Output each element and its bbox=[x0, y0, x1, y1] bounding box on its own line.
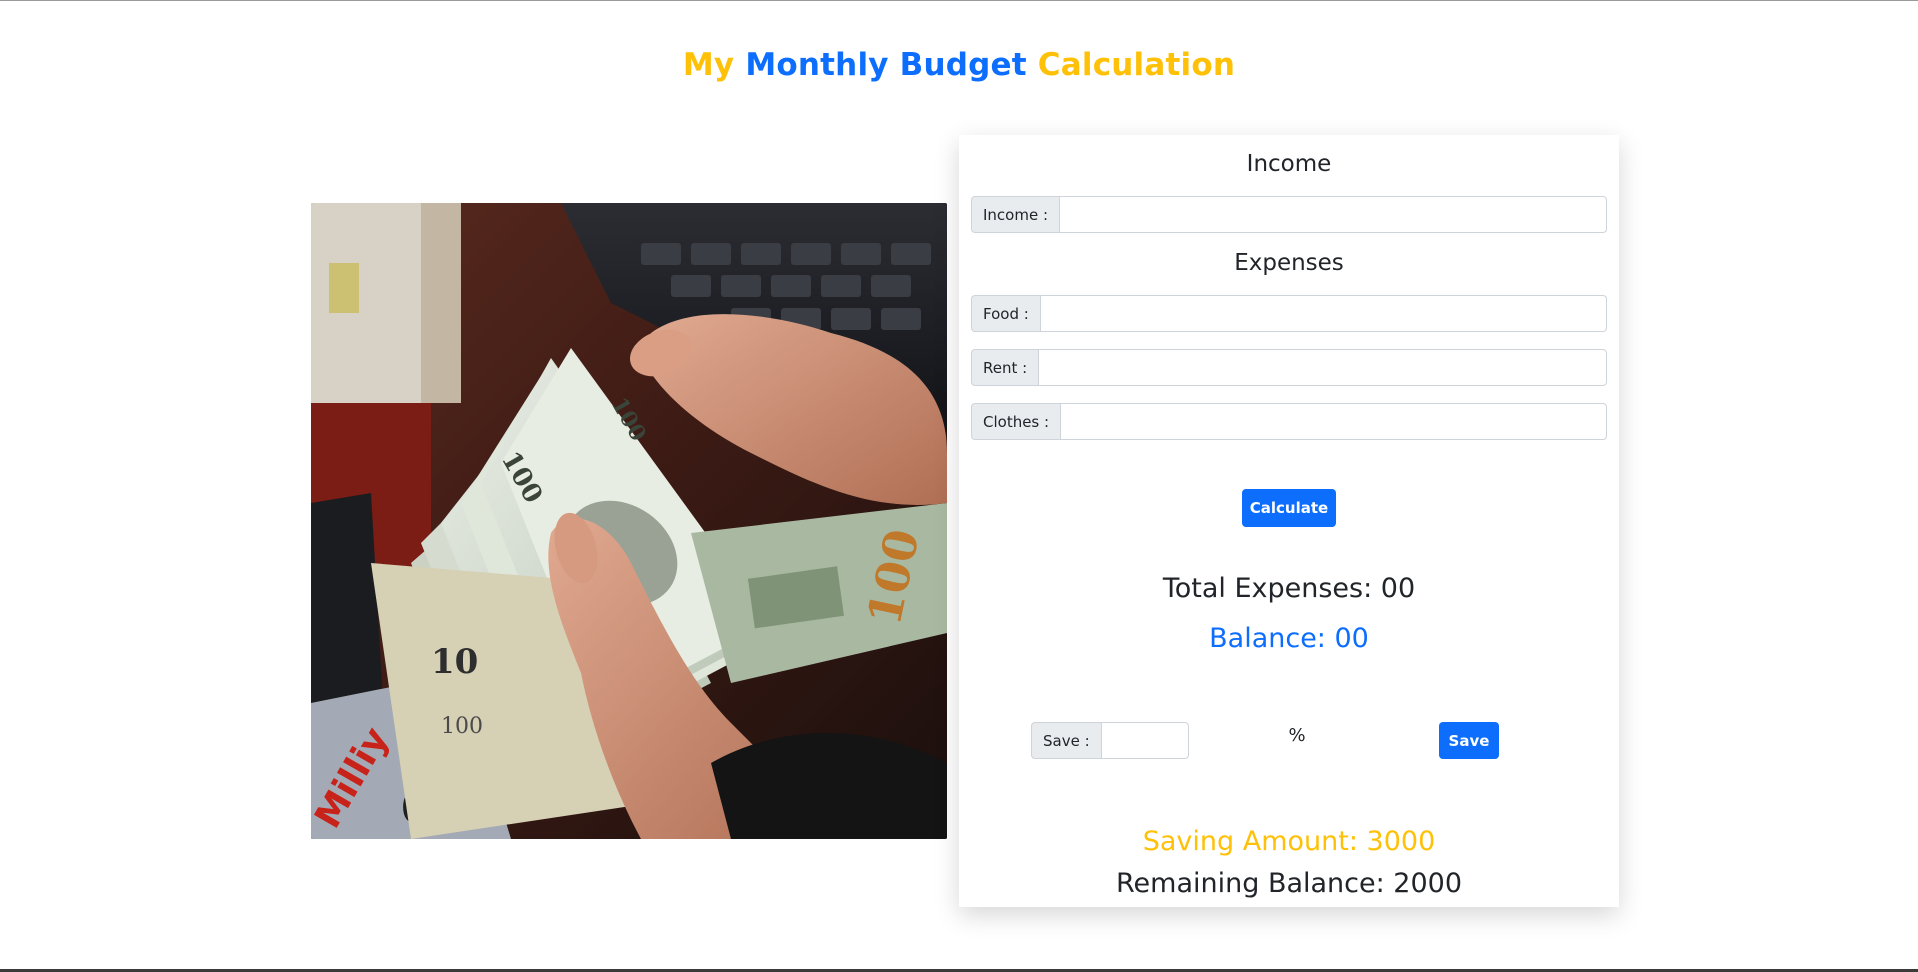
rent-input-group: Rent : bbox=[971, 349, 1607, 386]
rent-label: Rent : bbox=[971, 349, 1039, 386]
save-button[interactable]: Save bbox=[1439, 722, 1499, 759]
page-title: My Monthly Budget Calculation bbox=[0, 47, 1918, 83]
income-label: Income : bbox=[971, 196, 1060, 233]
svg-text:10: 10 bbox=[431, 642, 478, 682]
save-label: Save : bbox=[1031, 722, 1101, 759]
clothes-input-group: Clothes : bbox=[971, 403, 1607, 440]
income-input[interactable] bbox=[1059, 196, 1607, 233]
title-part-my: My bbox=[682, 47, 735, 83]
save-percent-input[interactable] bbox=[1100, 722, 1189, 759]
clothes-label: Clothes : bbox=[971, 403, 1061, 440]
svg-text:100: 100 bbox=[441, 714, 483, 739]
top-border bbox=[0, 0, 1918, 1]
percent-symbol: % bbox=[1288, 725, 1306, 746]
food-label: Food : bbox=[971, 295, 1040, 332]
rent-input[interactable] bbox=[1038, 349, 1607, 386]
title-part-monthly-budget: Monthly Budget bbox=[745, 47, 1027, 83]
food-input[interactable] bbox=[1039, 295, 1607, 332]
income-section-title: Income bbox=[1246, 151, 1332, 177]
total-expenses-text: Total Expenses: 00 bbox=[1162, 573, 1416, 604]
calculate-button[interactable]: Calculate bbox=[1242, 489, 1336, 527]
save-input-group: Save : bbox=[1031, 722, 1189, 759]
money-cash-photo: Milliy 09 100 100 100 10 100 bbox=[311, 203, 947, 839]
expenses-section-title: Expenses bbox=[1234, 250, 1344, 276]
clothes-input[interactable] bbox=[1060, 403, 1607, 440]
balance-text: Balance: 00 bbox=[1209, 623, 1369, 654]
budget-card: Income Income : Expenses Food : Rent : C… bbox=[959, 135, 1619, 907]
title-part-calculation: Calculation bbox=[1037, 47, 1236, 83]
food-input-group: Food : bbox=[971, 295, 1607, 332]
income-input-group: Income : bbox=[971, 196, 1607, 233]
saving-amount-text: Saving Amount: 3000 bbox=[1142, 826, 1436, 857]
remaining-balance-text: Remaining Balance: 2000 bbox=[1115, 868, 1463, 899]
